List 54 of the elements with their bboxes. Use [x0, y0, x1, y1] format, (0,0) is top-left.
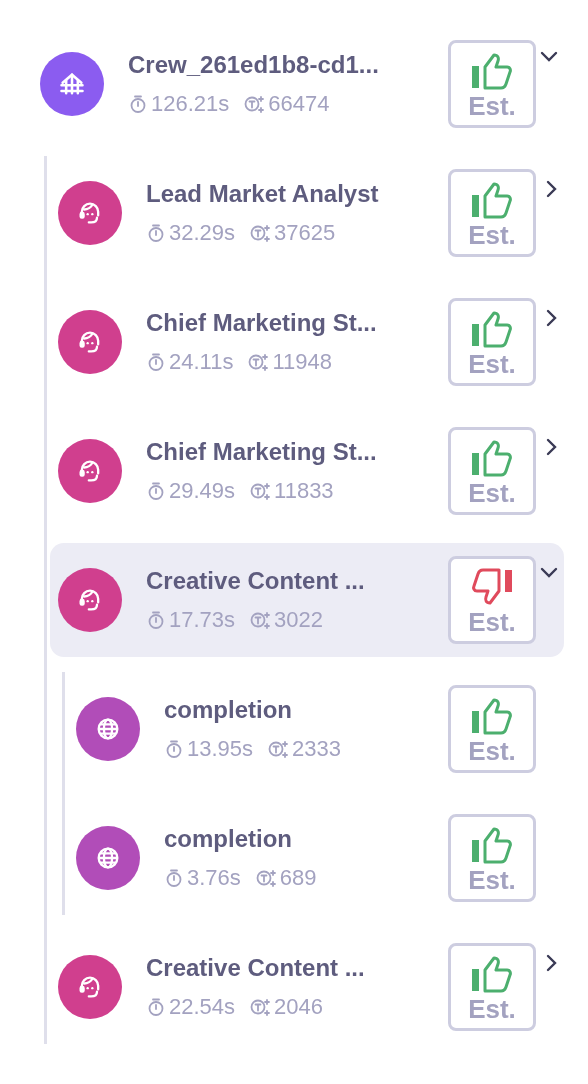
- token-count: 3022: [274, 607, 323, 633]
- span-title: Crew_261ed1b8-cd1...: [128, 51, 380, 79]
- span-row[interactable]: completion 3.76s 689 Est.: [68, 801, 564, 915]
- span-row[interactable]: Crew_261ed1b8-cd1... 126.21s 66474 Est.: [32, 27, 564, 141]
- duration-text: 13.95s: [187, 736, 254, 762]
- token-count: 37625: [274, 220, 336, 246]
- span-row[interactable]: completion 13.95s 2333 Est.: [68, 672, 564, 786]
- chevron-down-icon[interactable]: [540, 51, 558, 63]
- span-row[interactable]: Lead Market Analyst 32.29s 37625 Est.: [50, 156, 564, 270]
- span-title: Chief Marketing St...: [146, 309, 378, 337]
- stopwatch-icon: [128, 94, 148, 114]
- duration-text: 24.11s: [169, 349, 234, 375]
- duration-text: 22.54s: [169, 994, 236, 1020]
- duration-text: 17.73s: [169, 607, 236, 633]
- span-title: Chief Marketing St...: [146, 438, 378, 466]
- chevron-right-icon[interactable]: [546, 309, 558, 327]
- span-row[interactable]: Creative Content ... 22.54s 2046 Est.: [50, 930, 564, 1044]
- span-row[interactable]: Chief Marketing St... 24.11s 11948 Est.: [50, 285, 564, 399]
- token-count: 11833: [274, 478, 334, 504]
- token-count: 689: [279, 865, 317, 891]
- token-icon: [267, 739, 290, 759]
- token-icon: [249, 610, 272, 630]
- stopwatch-icon: [146, 352, 166, 372]
- stopwatch-icon: [146, 481, 166, 501]
- duration-text: 126.21s: [151, 91, 230, 117]
- span-row[interactable]: Creative Content ... 17.73s 3022 Est.: [50, 543, 564, 657]
- duration-text: 3.76s: [187, 865, 241, 891]
- span-title: Lead Market Analyst: [146, 180, 380, 208]
- token-icon: [243, 94, 266, 114]
- token-icon: [249, 223, 272, 243]
- token-icon: [247, 352, 270, 372]
- token-icon: [254, 868, 277, 888]
- token-count: 2333: [292, 736, 341, 762]
- stopwatch-icon: [146, 610, 166, 630]
- duration-text: 32.29s: [169, 220, 236, 246]
- chevron-right-icon[interactable]: [546, 954, 558, 972]
- chevron-right-icon[interactable]: [546, 438, 558, 456]
- span-title: Creative Content ...: [146, 567, 366, 595]
- span-title: completion: [164, 696, 293, 724]
- span-title: completion: [164, 825, 293, 853]
- duration-text: 29.49s: [169, 478, 236, 504]
- chevron-down-icon[interactable]: [540, 567, 558, 579]
- token-count: 11948: [272, 349, 332, 375]
- stopwatch-icon: [146, 997, 166, 1017]
- stopwatch-icon: [146, 223, 166, 243]
- stopwatch-icon: [164, 739, 184, 759]
- token-icon: [249, 481, 272, 501]
- token-icon: [249, 997, 272, 1017]
- span-title: Creative Content ...: [146, 954, 366, 982]
- stopwatch-icon: [164, 868, 184, 888]
- token-count: 2046: [274, 994, 323, 1020]
- span-row[interactable]: Chief Marketing St... 29.49s 11833 Est.: [50, 414, 564, 528]
- chevron-right-icon[interactable]: [546, 180, 558, 198]
- token-count: 66474: [268, 91, 330, 117]
